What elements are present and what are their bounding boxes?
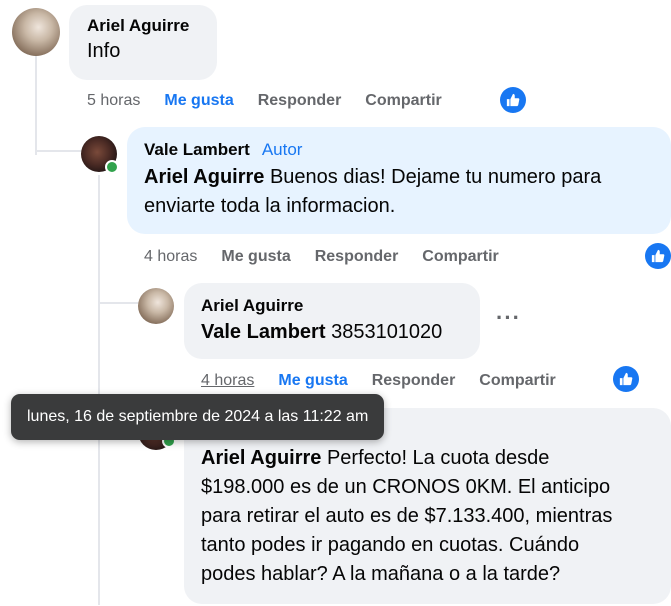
timestamp[interactable]: 5 horas <box>87 92 140 110</box>
comment-bubble: Ariel Aguirre Info <box>69 5 217 80</box>
comment-text-line: Buenos dias! Dejame tu numero para <box>264 166 602 188</box>
comment-text: Ariel Aguirre Buenos dias! Dejame tu num… <box>144 163 654 221</box>
like-reaction-icon[interactable] <box>645 243 671 269</box>
comment-author[interactable]: Ariel Aguirre <box>201 295 463 317</box>
reply-button[interactable]: Responder <box>315 248 399 266</box>
comment-bubble: Ariel Aguirre Vale Lambert 3853101020 <box>184 283 480 359</box>
comment-text: Info <box>87 40 121 62</box>
like-reaction-icon[interactable] <box>613 366 639 392</box>
share-button[interactable]: Compartir <box>479 372 555 390</box>
comment-actions: 4 horas Me gusta Responder Compartir <box>144 248 523 266</box>
avatar[interactable] <box>12 8 60 56</box>
mention-link[interactable]: Ariel Aguirre <box>201 447 321 469</box>
timestamp[interactable]: 4 horas <box>144 248 197 266</box>
comment-text-line: para retirar el auto es de $7.133.400, m… <box>201 505 613 527</box>
comment-author[interactable]: Vale Lambert <box>144 140 250 159</box>
share-button[interactable]: Compartir <box>365 92 441 110</box>
comment-text: Vale Lambert 3853101020 <box>201 318 463 347</box>
comment-author[interactable]: Ariel Aguirre <box>87 15 199 37</box>
comment-text-line: podes hablar? A la mañana o a la tarde? <box>201 563 561 585</box>
mention-link[interactable]: Vale Lambert <box>201 321 326 343</box>
like-button[interactable]: Me gusta <box>164 92 233 110</box>
timestamp[interactable]: 4 horas <box>201 372 254 390</box>
like-reaction-icon[interactable] <box>500 87 526 113</box>
comment-text-line: 3853101020 <box>325 321 443 343</box>
more-options-icon[interactable]: ··· <box>496 305 521 331</box>
author-badge: Autor <box>261 140 303 159</box>
comment-actions: 5 horas Me gusta Responder Compartir <box>87 92 466 110</box>
like-button[interactable]: Me gusta <box>221 248 290 266</box>
thread-line-main-curve <box>35 150 81 152</box>
thread-line-main <box>35 55 37 155</box>
comment-text-line: tanto podes ir pagando en cuotas. Cuándo <box>201 534 580 556</box>
thread-line-sub <box>98 175 100 605</box>
reply-button[interactable]: Responder <box>258 92 342 110</box>
timestamp-tooltip: lunes, 16 de septiembre de 2024 a las 11… <box>11 394 385 440</box>
share-button[interactable]: Compartir <box>422 248 498 266</box>
mention-link[interactable]: Ariel Aguirre <box>144 166 264 188</box>
comment-actions: 4 horas Me gusta Responder Compartir <box>201 372 580 390</box>
comment-text-line: enviarte toda la informacion. <box>144 195 396 217</box>
comment-bubble: Vale Lambert Autor Ariel Aguirre Buenos d… <box>127 127 671 234</box>
reply-button[interactable]: Responder <box>372 372 456 390</box>
comment-header: Vale Lambert Autor <box>144 139 654 161</box>
online-status-icon <box>105 160 119 174</box>
comment-text-line: $198.000 es de un CRONOS 0KM. El anticip… <box>201 476 611 498</box>
comment-text-line: Perfecto! La cuota desde <box>321 447 550 469</box>
thread-line-sub-curve <box>98 302 138 304</box>
avatar[interactable] <box>138 288 174 324</box>
comment-text: Ariel Aguirre Perfecto! La cuota desde $… <box>201 444 654 589</box>
like-button[interactable]: Me gusta <box>278 372 347 390</box>
